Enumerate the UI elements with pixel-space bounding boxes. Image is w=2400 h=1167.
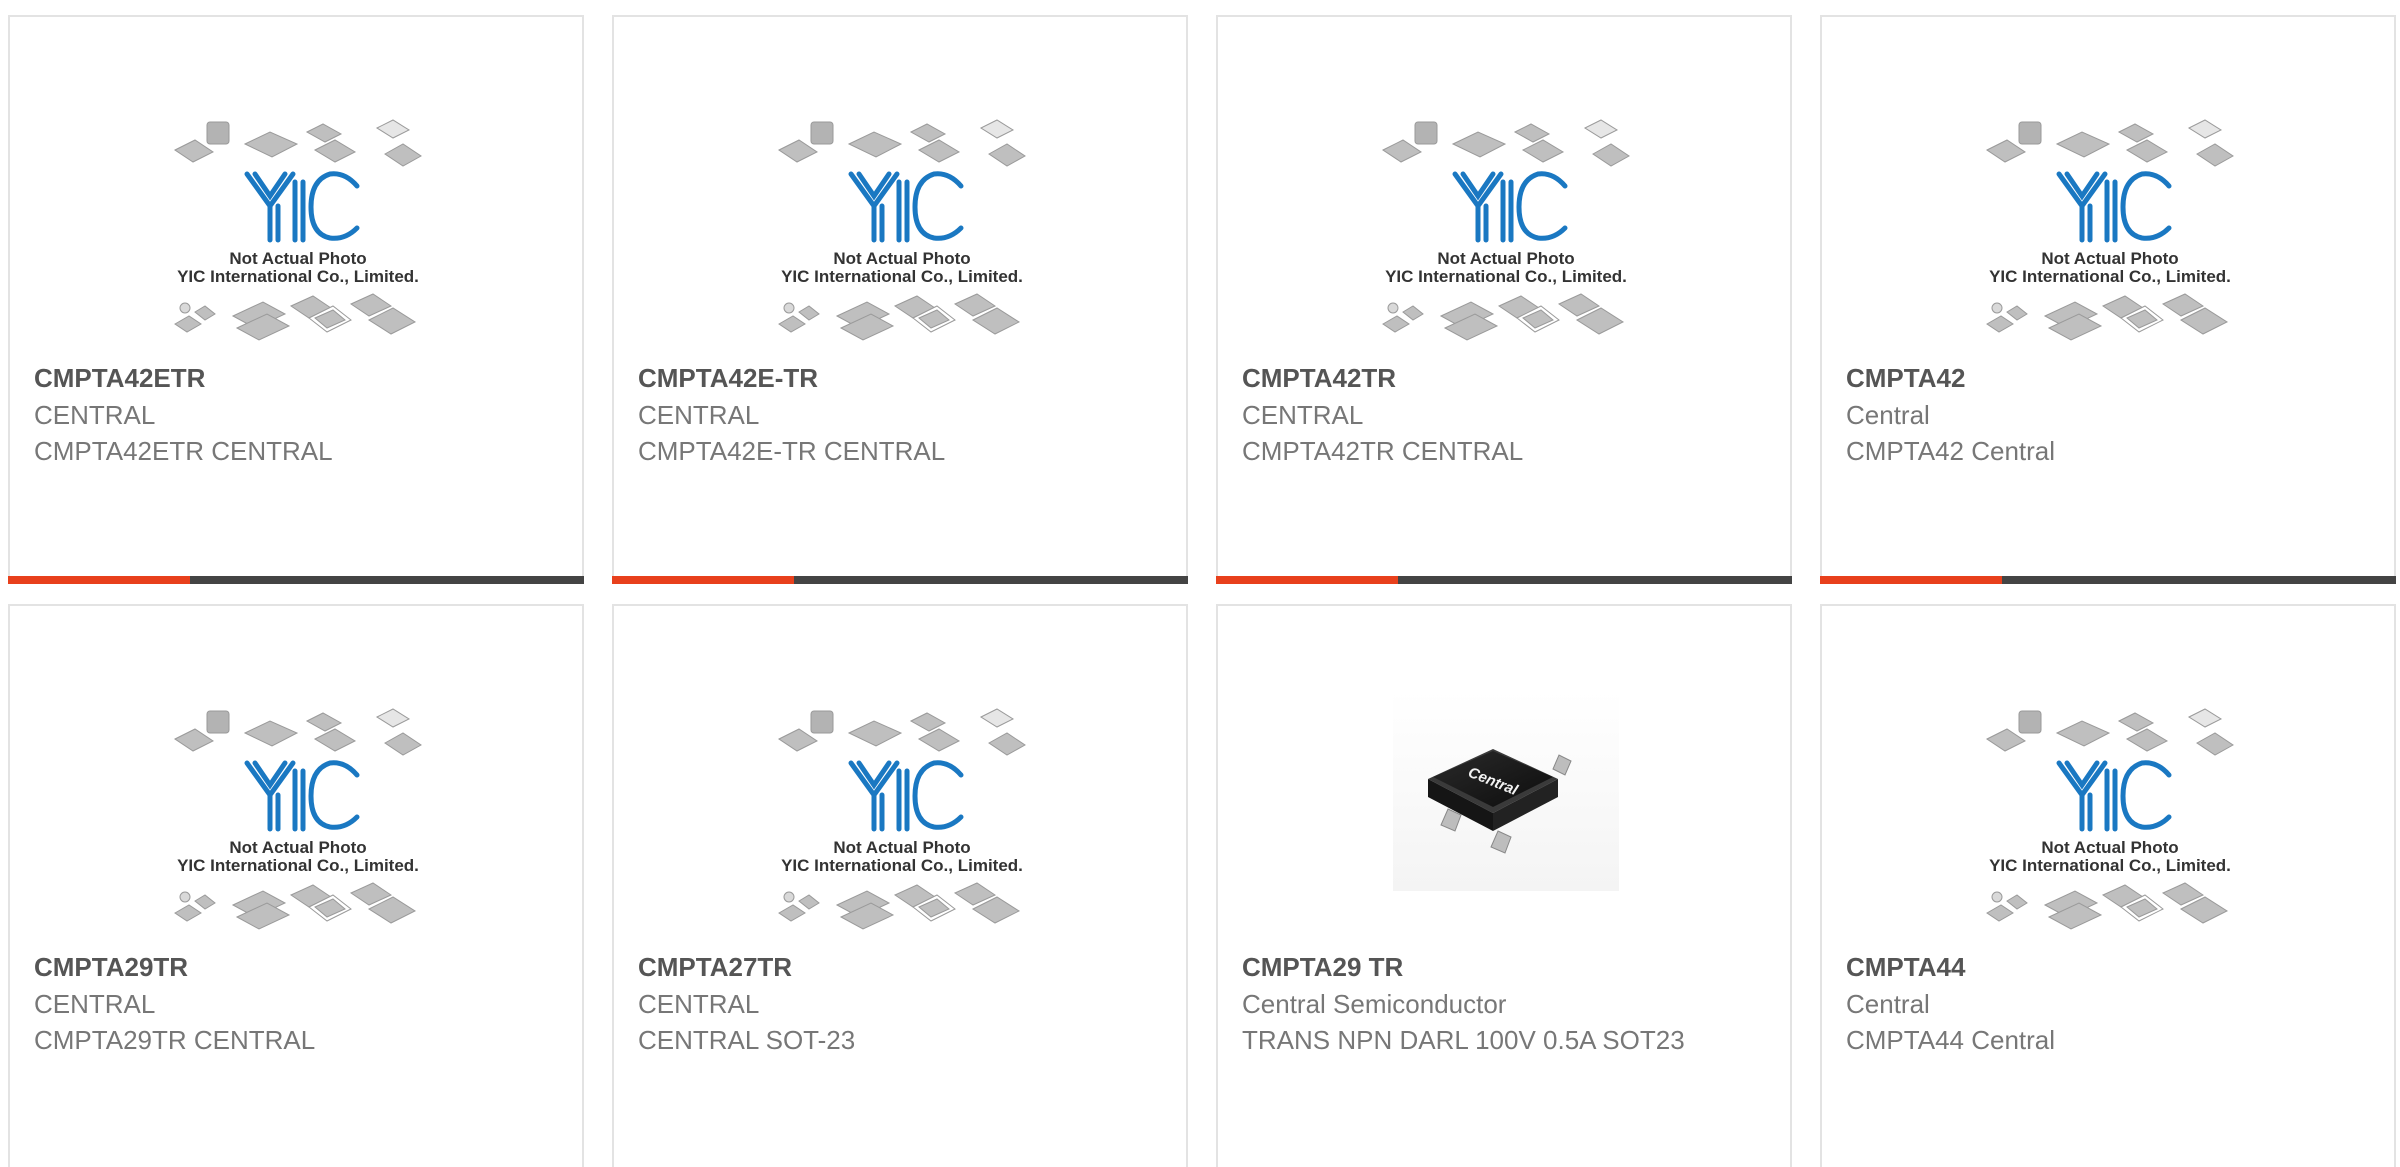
placeholder-note-line1: Not Actual Photo — [833, 249, 970, 268]
product-card[interactable]: Central CMPTA29 TR Central Semiconductor… — [1216, 604, 1792, 1167]
product-description: CMPTA42 Central — [1846, 436, 2056, 466]
placeholder-graphic: Not Actual Photo YIC International Co., … — [174, 708, 422, 930]
placeholder-note-line1: Not Actual Photo — [833, 838, 970, 857]
product-image-placeholder[interactable]: Not Actual Photo YIC International Co., … — [1957, 691, 2263, 931]
chip-cluster-top-icon — [778, 708, 1026, 756]
product-manufacturer: CENTRAL — [34, 989, 156, 1019]
yic-logo — [848, 171, 964, 243]
sot23-chip-icon: Central — [1393, 691, 1619, 891]
product-part-number[interactable]: CMPTA42TR — [1242, 360, 1396, 396]
placeholder-note-line2: YIC International Co., Limited. — [781, 267, 1023, 286]
card-bottom-bar — [1820, 576, 2396, 584]
placeholder-graphic: Not Actual Photo YIC International Co., … — [1382, 119, 1630, 341]
placeholder-graphic: Not Actual Photo YIC International Co., … — [778, 119, 1026, 341]
product-part-number[interactable]: CMPTA29TR — [34, 949, 188, 985]
card-bottom-bar — [8, 576, 584, 584]
card-bottom-bar — [612, 576, 1188, 584]
chip-cluster-bottom-icon — [174, 882, 417, 930]
chip-cluster-bottom-icon — [1986, 882, 2229, 930]
placeholder-graphic: Not Actual Photo YIC International Co., … — [1986, 708, 2234, 930]
product-description: CMPTA42E-TR CENTRAL — [638, 436, 946, 466]
chip-cluster-bottom-icon — [1986, 293, 2229, 341]
chip-cluster-top-icon — [174, 708, 422, 756]
product-part-number[interactable]: CMPTA42 — [1846, 360, 1965, 396]
yic-logo — [2056, 171, 2172, 243]
product-part-number[interactable]: CMPTA27TR — [638, 949, 792, 985]
chip-cluster-bottom-icon — [1382, 293, 1625, 341]
product-part-number[interactable]: CMPTA44 — [1846, 949, 1965, 985]
product-card[interactable]: Not Actual Photo YIC International Co., … — [1216, 15, 1792, 584]
yic-logo — [2056, 760, 2172, 832]
product-part-number[interactable]: CMPTA29 TR — [1242, 949, 1403, 985]
product-image-placeholder[interactable]: Not Actual Photo YIC International Co., … — [749, 691, 1055, 931]
yic-logo — [244, 760, 360, 832]
product-manufacturer: CENTRAL — [34, 400, 156, 430]
card-accent-bar — [612, 576, 794, 584]
placeholder-note-line1: Not Actual Photo — [2041, 249, 2178, 268]
placeholder-note-line2: YIC International Co., Limited. — [1989, 856, 2231, 875]
product-description: CMPTA42ETR CENTRAL — [34, 436, 333, 466]
chip-cluster-top-icon — [174, 119, 422, 167]
product-card[interactable]: Not Actual Photo YIC International Co., … — [612, 604, 1188, 1167]
yic-logo — [244, 171, 360, 243]
product-image-placeholder[interactable]: Not Actual Photo YIC International Co., … — [1957, 102, 2263, 342]
product-description: CMPTA42TR CENTRAL — [1242, 436, 1524, 466]
chip-cluster-bottom-icon — [778, 293, 1021, 341]
placeholder-graphic: Not Actual Photo YIC International Co., … — [1986, 119, 2234, 341]
chip-cluster-bottom-icon — [778, 882, 1021, 930]
placeholder-note-line2: YIC International Co., Limited. — [781, 856, 1023, 875]
product-image-placeholder[interactable]: Not Actual Photo YIC International Co., … — [749, 102, 1055, 342]
product-grid: Not Actual Photo YIC International Co., … — [0, 0, 2400, 1167]
product-manufacturer: CENTRAL — [638, 400, 760, 430]
product-description: CENTRAL SOT-23 — [638, 1025, 856, 1055]
product-chip-photo[interactable]: Central — [1353, 691, 1659, 931]
chip-cluster-bottom-icon — [174, 293, 417, 341]
placeholder-note-line2: YIC International Co., Limited. — [177, 856, 419, 875]
chip-cluster-top-icon — [1986, 119, 2234, 167]
card-accent-bar — [1820, 576, 2002, 584]
product-image-placeholder[interactable]: Not Actual Photo YIC International Co., … — [145, 691, 451, 931]
product-manufacturer: Central Semiconductor — [1242, 989, 1507, 1019]
placeholder-note-line2: YIC International Co., Limited. — [1385, 267, 1627, 286]
placeholder-note-line2: YIC International Co., Limited. — [177, 267, 419, 286]
product-description: CMPTA29TR CENTRAL — [34, 1025, 316, 1055]
placeholder-note-line1: Not Actual Photo — [229, 249, 366, 268]
placeholder-graphic: Not Actual Photo YIC International Co., … — [174, 119, 422, 341]
product-manufacturer: Central — [1846, 400, 1930, 430]
placeholder-note-line1: Not Actual Photo — [1437, 249, 1574, 268]
product-manufacturer: CENTRAL — [638, 989, 760, 1019]
placeholder-note-line2: YIC International Co., Limited. — [1989, 267, 2231, 286]
yic-logo — [1452, 171, 1568, 243]
product-description: TRANS NPN DARL 100V 0.5A SOT23 — [1242, 1025, 1685, 1055]
chip-cluster-top-icon — [1986, 708, 2234, 756]
placeholder-note-line1: Not Actual Photo — [2041, 838, 2178, 857]
product-manufacturer: CENTRAL — [1242, 400, 1364, 430]
product-description: CMPTA44 Central — [1846, 1025, 2056, 1055]
product-manufacturer: Central — [1846, 989, 1930, 1019]
product-image-placeholder[interactable]: Not Actual Photo YIC International Co., … — [145, 102, 451, 342]
card-bottom-bar — [1216, 576, 1792, 584]
product-part-number[interactable]: CMPTA42E-TR — [638, 360, 818, 396]
product-card[interactable]: Not Actual Photo YIC International Co., … — [8, 15, 584, 584]
product-card[interactable]: Not Actual Photo YIC International Co., … — [8, 604, 584, 1167]
placeholder-graphic: Not Actual Photo YIC International Co., … — [778, 708, 1026, 930]
yic-logo — [848, 760, 964, 832]
product-card[interactable]: Not Actual Photo YIC International Co., … — [1820, 604, 2396, 1167]
chip-cluster-top-icon — [1382, 119, 1630, 167]
product-part-number[interactable]: CMPTA42ETR — [34, 360, 205, 396]
card-accent-bar — [1216, 576, 1398, 584]
product-card[interactable]: Not Actual Photo YIC International Co., … — [612, 15, 1188, 584]
product-card[interactable]: Not Actual Photo YIC International Co., … — [1820, 15, 2396, 584]
placeholder-note-line1: Not Actual Photo — [229, 838, 366, 857]
card-accent-bar — [8, 576, 190, 584]
chip-cluster-top-icon — [778, 119, 1026, 167]
product-image-placeholder[interactable]: Not Actual Photo YIC International Co., … — [1353, 102, 1659, 342]
